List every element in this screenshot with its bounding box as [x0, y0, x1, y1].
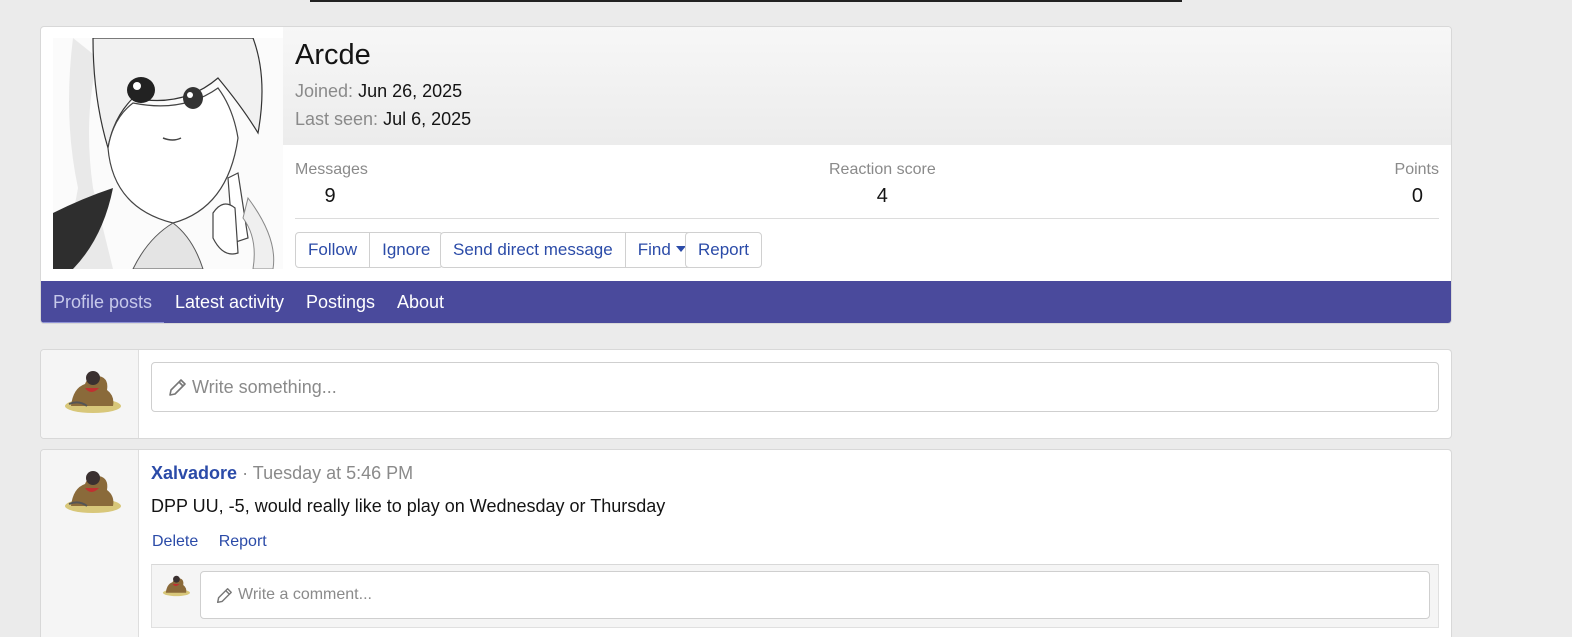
- stat-reaction-label: Reaction score: [829, 161, 936, 178]
- comment-area: Write a comment...: [151, 564, 1439, 628]
- find-label: Find: [637, 240, 671, 259]
- tab-postings[interactable]: Postings: [306, 281, 375, 323]
- profile-header: Arcde Joined: Jun 26, 2025 Last seen: Ju…: [40, 26, 1452, 324]
- post-header: Xalvadore · Tuesday at 5:46 PM: [151, 463, 413, 484]
- report-group: Report: [685, 232, 763, 268]
- tab-profile-posts[interactable]: Profile posts: [41, 281, 165, 323]
- last-seen-label: Last seen:: [295, 109, 379, 129]
- write-something-placeholder: Write something...: [192, 377, 337, 397]
- stat-reaction-value: 4: [876, 185, 888, 207]
- pencil-icon: [216, 588, 232, 604]
- profile-header-banner: Arcde Joined: Jun 26, 2025 Last seen: Ju…: [283, 27, 1451, 145]
- tab-about[interactable]: About: [397, 281, 444, 323]
- stat-points[interactable]: Points 0: [1395, 161, 1439, 208]
- profile-stats: Messages 9 Reaction score 4 Points 0: [295, 155, 1439, 219]
- profile-tabs: Profile posts Latest activity Postings A…: [41, 281, 1451, 323]
- write-comment-input[interactable]: Write a comment...: [200, 571, 1430, 619]
- message-find-group: Send direct message Find: [440, 232, 699, 268]
- follow-button[interactable]: Follow: [296, 233, 371, 267]
- profile-avatar[interactable]: [53, 38, 283, 269]
- pencil-icon: [169, 379, 186, 396]
- stat-messages-value: 9: [324, 185, 336, 207]
- write-comment-placeholder: Write a comment...: [238, 586, 372, 603]
- last-seen-value: Jul 6, 2025: [383, 109, 472, 129]
- follow-ignore-group: Follow Ignore: [295, 232, 444, 268]
- profile-username: Arcde: [295, 39, 371, 71]
- stat-messages[interactable]: Messages 9: [295, 161, 368, 208]
- stat-reaction-score[interactable]: Reaction score 4: [829, 161, 936, 208]
- author-avatar[interactable]: [59, 466, 121, 514]
- write-something-input[interactable]: Write something...: [151, 362, 1439, 412]
- joined-value: Jun 26, 2025: [358, 81, 463, 101]
- profile-post: Xalvadore · Tuesday at 5:46 PM DPP UU, -…: [40, 449, 1452, 637]
- joined-info: Joined: Jun 26, 2025: [295, 81, 462, 102]
- stat-points-value: 0: [1411, 185, 1423, 207]
- tab-latest-activity[interactable]: Latest activity: [175, 281, 284, 323]
- post-actions: Delete Report: [152, 533, 283, 551]
- post-separator: ·: [242, 463, 249, 483]
- composer-avatar-gutter: [41, 350, 139, 438]
- profile-post-composer: Write something...: [40, 349, 1452, 439]
- last-seen-info: Last seen: Jul 6, 2025: [295, 109, 471, 130]
- post-author-link[interactable]: Xalvadore: [151, 463, 237, 483]
- stat-messages-label: Messages: [295, 161, 368, 178]
- post-body: DPP UU, -5, would really like to play on…: [151, 496, 666, 516]
- post-timestamp[interactable]: Tuesday at 5:46 PM: [253, 463, 413, 483]
- top-divider-line: [310, 0, 1182, 2]
- report-profile-button[interactable]: Report: [686, 233, 761, 267]
- user-avatar[interactable]: [59, 366, 121, 414]
- joined-label: Joined:: [295, 81, 354, 101]
- delete-post-link[interactable]: Delete: [152, 533, 198, 550]
- post-avatar-gutter: [41, 450, 139, 637]
- commenter-avatar[interactable]: [160, 573, 190, 597]
- report-post-link[interactable]: Report: [219, 533, 267, 550]
- stat-points-label: Points: [1394, 161, 1439, 178]
- ignore-button[interactable]: Ignore: [370, 233, 442, 267]
- send-direct-message-button[interactable]: Send direct message: [441, 233, 626, 267]
